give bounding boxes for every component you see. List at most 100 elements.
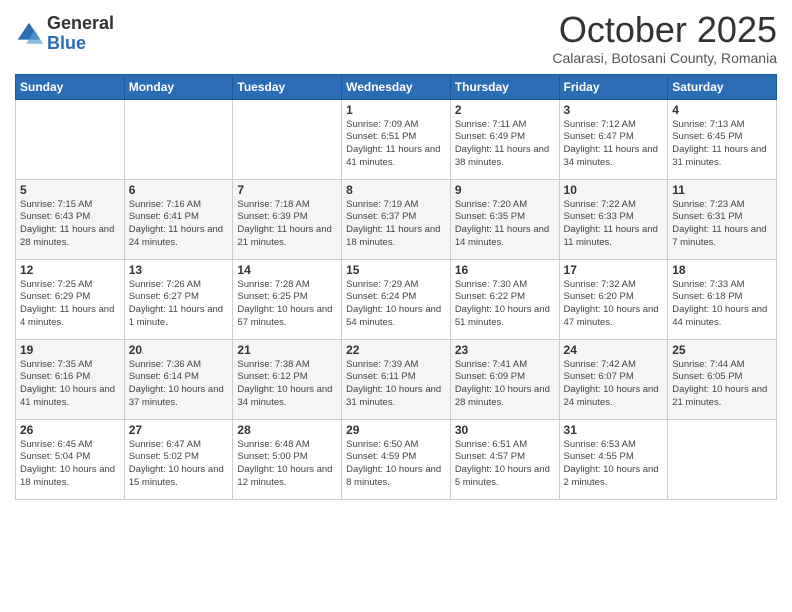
day-header-friday: Friday (559, 74, 668, 99)
day-info: Sunrise: 7:16 AM Sunset: 6:41 PM Dayligh… (129, 199, 229, 250)
day-info: Sunrise: 7:35 AM Sunset: 6:16 PM Dayligh… (20, 359, 120, 410)
calendar-cell (124, 99, 233, 179)
logo-blue-text: Blue (47, 33, 86, 53)
day-info: Sunrise: 7:13 AM Sunset: 6:45 PM Dayligh… (672, 119, 772, 170)
calendar-cell: 29 Sunrise: 6:50 AM Sunset: 4:59 PM Dayli… (342, 419, 451, 499)
calendar-header: SundayMondayTuesdayWednesdayThursdayFrid… (16, 74, 777, 99)
calendar-cell: 17 Sunrise: 7:32 AM Sunset: 6:20 PM Dayli… (559, 259, 668, 339)
day-info: Sunrise: 7:36 AM Sunset: 6:14 PM Dayligh… (129, 359, 229, 410)
title-section: October 2025 Calarasi, Botosani County, … (552, 10, 777, 66)
calendar-cell: 5 Sunrise: 7:15 AM Sunset: 6:43 PM Daylig… (16, 179, 125, 259)
day-header-thursday: Thursday (450, 74, 559, 99)
day-info: Sunrise: 7:41 AM Sunset: 6:09 PM Dayligh… (455, 359, 555, 410)
calendar-cell: 22 Sunrise: 7:39 AM Sunset: 6:11 PM Dayli… (342, 339, 451, 419)
calendar-cell: 9 Sunrise: 7:20 AM Sunset: 6:35 PM Daylig… (450, 179, 559, 259)
calendar-week-3: 12Sunrise: 7:25 AM Sunset: 6:29 PM Dayli… (16, 259, 777, 339)
calendar-week-4: 19 Sunrise: 7:35 AM Sunset: 6:16 PM Dayli… (16, 339, 777, 419)
day-number: 21 (237, 343, 337, 357)
day-info: Sunrise: 7:32 AM Sunset: 6:20 PM Dayligh… (564, 279, 664, 330)
calendar-cell (233, 99, 342, 179)
day-info: Sunrise: 7:38 AM Sunset: 6:12 PM Dayligh… (237, 359, 337, 410)
calendar-week-5: 26Sunrise: 6:45 AM Sunset: 5:04 PM Dayli… (16, 419, 777, 499)
day-header-row: SundayMondayTuesdayWednesdayThursdayFrid… (16, 74, 777, 99)
day-info: Sunrise: 7:22 AM Sunset: 6:33 PM Dayligh… (564, 199, 664, 250)
calendar-cell: 19 Sunrise: 7:35 AM Sunset: 6:16 PM Dayli… (16, 339, 125, 419)
day-info: Sunrise: 7:30 AM Sunset: 6:22 PM Dayligh… (455, 279, 555, 330)
day-number: 8 (346, 183, 446, 197)
calendar-cell: 18 Sunrise: 7:33 AM Sunset: 6:18 PM Dayli… (668, 259, 777, 339)
calendar-cell: 20 Sunrise: 7:36 AM Sunset: 6:14 PM Dayli… (124, 339, 233, 419)
day-number: 11 (672, 183, 772, 197)
calendar-cell: 13 Sunrise: 7:26 AM Sunset: 6:27 PM Dayli… (124, 259, 233, 339)
day-number: 7 (237, 183, 337, 197)
calendar-cell: 26Sunrise: 6:45 AM Sunset: 5:04 PM Dayli… (16, 419, 125, 499)
day-info: Sunrise: 7:39 AM Sunset: 6:11 PM Dayligh… (346, 359, 446, 410)
day-header-monday: Monday (124, 74, 233, 99)
calendar-cell: 16 Sunrise: 7:30 AM Sunset: 6:22 PM Dayli… (450, 259, 559, 339)
logo: General Blue (15, 14, 114, 54)
calendar-cell: 12Sunrise: 7:25 AM Sunset: 6:29 PM Dayli… (16, 259, 125, 339)
day-number: 25 (672, 343, 772, 357)
calendar-cell: 8Sunrise: 7:19 AM Sunset: 6:37 PM Daylig… (342, 179, 451, 259)
day-info: Sunrise: 7:18 AM Sunset: 6:39 PM Dayligh… (237, 199, 337, 250)
day-info: Sunrise: 7:23 AM Sunset: 6:31 PM Dayligh… (672, 199, 772, 250)
calendar-cell: 14Sunrise: 7:28 AM Sunset: 6:25 PM Dayli… (233, 259, 342, 339)
calendar-cell: 4 Sunrise: 7:13 AM Sunset: 6:45 PM Daylig… (668, 99, 777, 179)
calendar-cell: 2Sunrise: 7:11 AM Sunset: 6:49 PM Daylig… (450, 99, 559, 179)
day-header-sunday: Sunday (16, 74, 125, 99)
day-info: Sunrise: 7:33 AM Sunset: 6:18 PM Dayligh… (672, 279, 772, 330)
day-info: Sunrise: 6:47 AM Sunset: 5:02 PM Dayligh… (129, 439, 229, 490)
day-number: 3 (564, 103, 664, 117)
day-number: 15 (346, 263, 446, 277)
day-header-wednesday: Wednesday (342, 74, 451, 99)
day-number: 16 (455, 263, 555, 277)
calendar-cell: 23 Sunrise: 7:41 AM Sunset: 6:09 PM Dayli… (450, 339, 559, 419)
day-number: 24 (564, 343, 664, 357)
calendar-cell: 1Sunrise: 7:09 AM Sunset: 6:51 PM Daylig… (342, 99, 451, 179)
day-number: 30 (455, 423, 555, 437)
day-number: 5 (20, 183, 120, 197)
day-number: 20 (129, 343, 229, 357)
day-info: Sunrise: 6:48 AM Sunset: 5:00 PM Dayligh… (237, 439, 337, 490)
calendar-week-1: 1Sunrise: 7:09 AM Sunset: 6:51 PM Daylig… (16, 99, 777, 179)
calendar-cell: 24 Sunrise: 7:42 AM Sunset: 6:07 PM Dayli… (559, 339, 668, 419)
day-info: Sunrise: 7:15 AM Sunset: 6:43 PM Dayligh… (20, 199, 120, 250)
day-info: Sunrise: 7:25 AM Sunset: 6:29 PM Dayligh… (20, 279, 120, 330)
day-number: 23 (455, 343, 555, 357)
day-number: 13 (129, 263, 229, 277)
day-info: Sunrise: 7:28 AM Sunset: 6:25 PM Dayligh… (237, 279, 337, 330)
day-number: 9 (455, 183, 555, 197)
day-info: Sunrise: 7:20 AM Sunset: 6:35 PM Dayligh… (455, 199, 555, 250)
logo-general-text: General (47, 13, 114, 33)
calendar-cell (668, 419, 777, 499)
day-info: Sunrise: 6:50 AM Sunset: 4:59 PM Dayligh… (346, 439, 446, 490)
calendar-cell: 25 Sunrise: 7:44 AM Sunset: 6:05 PM Dayli… (668, 339, 777, 419)
calendar-cell: 11 Sunrise: 7:23 AM Sunset: 6:31 PM Dayli… (668, 179, 777, 259)
calendar-cell (16, 99, 125, 179)
day-number: 29 (346, 423, 446, 437)
day-number: 22 (346, 343, 446, 357)
day-number: 4 (672, 103, 772, 117)
header: General Blue October 2025 Calarasi, Boto… (15, 10, 777, 66)
day-info: Sunrise: 6:51 AM Sunset: 4:57 PM Dayligh… (455, 439, 555, 490)
calendar-cell: 15Sunrise: 7:29 AM Sunset: 6:24 PM Dayli… (342, 259, 451, 339)
calendar-cell: 6Sunrise: 7:16 AM Sunset: 6:41 PM Daylig… (124, 179, 233, 259)
day-number: 26 (20, 423, 120, 437)
day-info: Sunrise: 7:42 AM Sunset: 6:07 PM Dayligh… (564, 359, 664, 410)
day-info: Sunrise: 7:44 AM Sunset: 6:05 PM Dayligh… (672, 359, 772, 410)
day-info: Sunrise: 7:12 AM Sunset: 6:47 PM Dayligh… (564, 119, 664, 170)
day-header-saturday: Saturday (668, 74, 777, 99)
calendar-table: SundayMondayTuesdayWednesdayThursdayFrid… (15, 74, 777, 500)
day-number: 1 (346, 103, 446, 117)
calendar-cell: 3 Sunrise: 7:12 AM Sunset: 6:47 PM Daylig… (559, 99, 668, 179)
day-number: 19 (20, 343, 120, 357)
logo-icon (15, 20, 43, 48)
page: General Blue October 2025 Calarasi, Boto… (0, 0, 792, 612)
calendar-cell: 7 Sunrise: 7:18 AM Sunset: 6:39 PM Daylig… (233, 179, 342, 259)
calendar-cell: 31Sunrise: 6:53 AM Sunset: 4:55 PM Dayli… (559, 419, 668, 499)
day-info: Sunrise: 7:26 AM Sunset: 6:27 PM Dayligh… (129, 279, 229, 330)
day-number: 17 (564, 263, 664, 277)
day-info: Sunrise: 7:11 AM Sunset: 6:49 PM Dayligh… (455, 119, 555, 170)
day-number: 18 (672, 263, 772, 277)
calendar-cell: 27Sunrise: 6:47 AM Sunset: 5:02 PM Dayli… (124, 419, 233, 499)
